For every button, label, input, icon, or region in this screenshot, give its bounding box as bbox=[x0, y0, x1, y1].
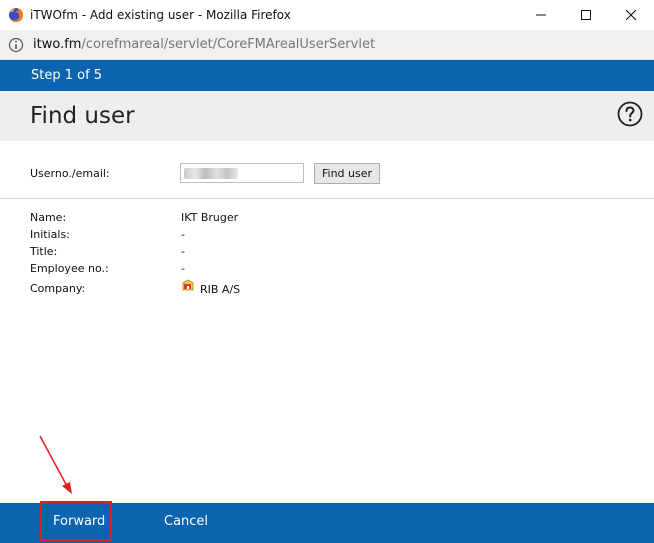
cancel-button[interactable]: Cancel bbox=[164, 514, 208, 529]
window-title: iTWOfm - Add existing user - Mozilla Fir… bbox=[30, 8, 291, 22]
firefox-icon bbox=[9, 7, 24, 22]
company-label: Company: bbox=[30, 282, 86, 295]
page-header: Find user bbox=[0, 91, 654, 141]
initials-value: - bbox=[181, 228, 185, 241]
name-label: Name: bbox=[30, 211, 67, 224]
company-value[interactable]: RIB A/S bbox=[200, 283, 240, 296]
page-title: Find user bbox=[30, 103, 135, 129]
step-bar: Step 1 of 5 bbox=[0, 60, 654, 91]
browser-window: iTWOfm - Add existing user - Mozilla Fir… bbox=[0, 0, 654, 543]
maximize-icon bbox=[581, 10, 591, 20]
close-icon bbox=[625, 9, 637, 21]
find-user-button[interactable]: Find user bbox=[314, 163, 380, 184]
divider bbox=[0, 198, 654, 199]
minimize-button[interactable] bbox=[518, 0, 564, 30]
userno-input[interactable] bbox=[180, 163, 304, 183]
name-value: IKT Bruger bbox=[181, 211, 239, 224]
employee-no-label: Employee no.: bbox=[30, 262, 109, 275]
minimize-icon bbox=[536, 14, 546, 16]
title-value: - bbox=[181, 245, 185, 258]
employee-no-value: - bbox=[181, 262, 185, 275]
url-bar[interactable]: itwo.fm/corefmareal/servlet/CoreFMArealU… bbox=[0, 30, 654, 60]
userno-label: Userno./email: bbox=[30, 167, 110, 180]
step-indicator: Step 1 of 5 bbox=[31, 68, 103, 83]
maximize-button[interactable] bbox=[563, 0, 609, 30]
title-label: Title: bbox=[30, 245, 58, 258]
initials-label: Initials: bbox=[30, 228, 70, 241]
url-text[interactable]: itwo.fm/corefmareal/servlet/CoreFMArealU… bbox=[33, 37, 375, 52]
url-host: itwo.fm bbox=[33, 37, 82, 52]
annotation-arrow-icon bbox=[39, 435, 72, 494]
title-bar: iTWOfm - Add existing user - Mozilla Fir… bbox=[0, 0, 654, 30]
redacted-value bbox=[184, 168, 238, 179]
close-button[interactable] bbox=[608, 0, 654, 30]
help-icon[interactable] bbox=[617, 101, 643, 127]
company-icon[interactable] bbox=[181, 278, 195, 292]
info-icon[interactable] bbox=[8, 37, 24, 53]
annotation-highlight bbox=[40, 501, 112, 541]
url-path: /corefmareal/servlet/CoreFMArealUserServ… bbox=[81, 37, 376, 52]
